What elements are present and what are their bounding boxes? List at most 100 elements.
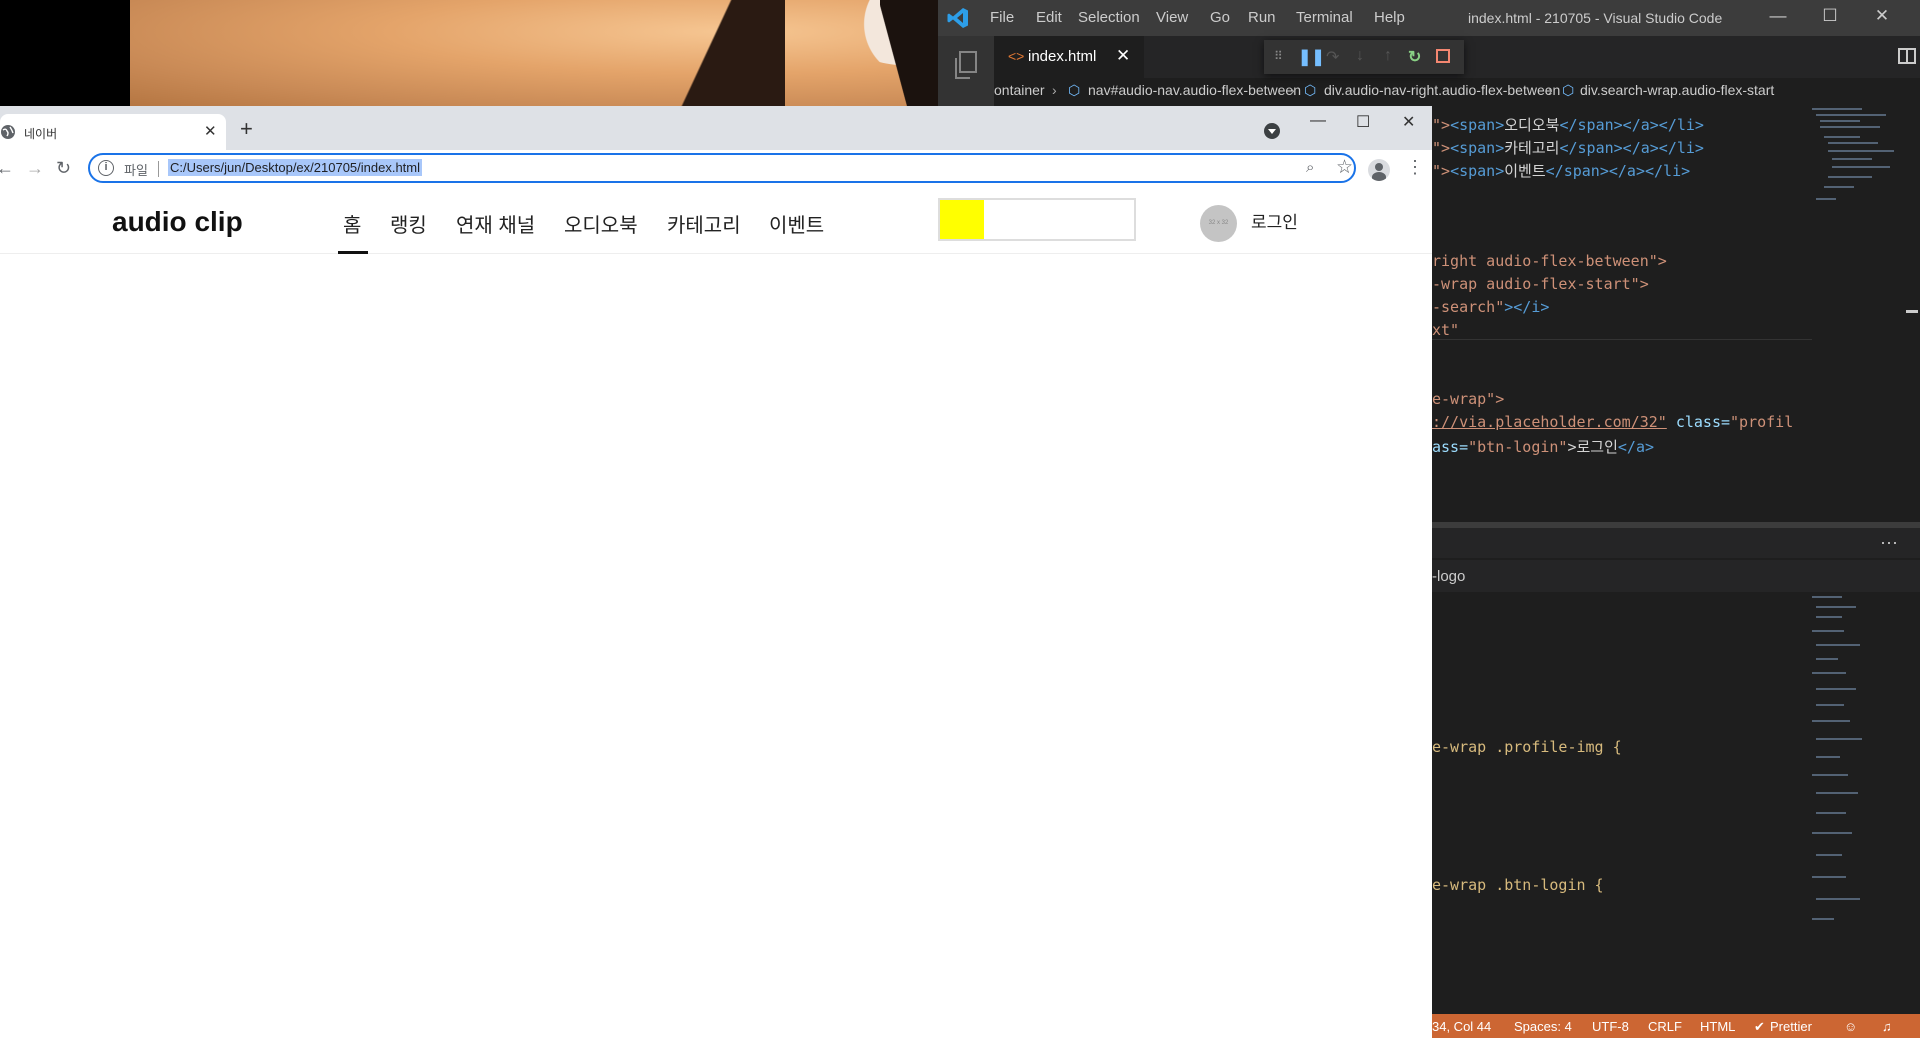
stop-icon[interactable] — [1436, 49, 1450, 63]
chrome-window: 네이버 ✕ + — ☐ ✕ ← → ↻ i 파일 C:/Users/jun/De… — [0, 106, 1432, 1038]
desktop-wallpaper — [130, 0, 940, 106]
nav-audiobook[interactable]: 오디오북 — [564, 209, 638, 238]
step-out-icon[interactable]: ↑ — [1384, 47, 1392, 65]
breadcrumb-item[interactable]: nav#audio-nav.audio-flex-between — [1088, 82, 1301, 98]
url-text[interactable]: C:/Users/jun/Desktop/ex/210705/index.htm… — [168, 159, 423, 176]
element-icon: ⬡ — [1562, 82, 1575, 98]
close-icon[interactable]: ✕ — [1402, 112, 1415, 132]
globe-icon — [1, 125, 15, 139]
menu-edit[interactable]: Edit — [1036, 9, 1062, 26]
status-cursor-position[interactable]: 34, Col 44 — [1432, 1019, 1491, 1034]
search-wrap — [938, 198, 1136, 241]
secondary-editor-header — [1432, 528, 1920, 558]
profile-icon[interactable] — [1368, 159, 1390, 181]
code-line: ://via.placeholder.com/32" class="profil — [1432, 413, 1794, 431]
explorer-icon[interactable] — [952, 50, 980, 80]
notifications-icon[interactable]: ♫ — [1882, 1019, 1892, 1034]
browser-tab[interactable]: 네이버 ✕ — [0, 114, 226, 150]
chevron-right-icon: › — [1548, 82, 1553, 98]
search-icon[interactable] — [940, 200, 984, 239]
nav-category[interactable]: 카테고리 — [667, 209, 741, 238]
nav-event[interactable]: 이벤트 — [769, 209, 824, 238]
menu-run[interactable]: Run — [1248, 9, 1276, 26]
breadcrumb-item[interactable]: -logo — [1432, 568, 1465, 585]
minimize-icon[interactable]: — — [1768, 6, 1788, 26]
element-icon: ⬡ — [1304, 82, 1317, 98]
status-indentation[interactable]: Spaces: 4 — [1514, 1019, 1572, 1034]
more-actions-icon[interactable]: ··· — [1880, 532, 1898, 553]
wallpaper-hair — [645, 0, 785, 106]
status-prettier[interactable]: Prettier — [1770, 1019, 1812, 1034]
info-icon[interactable]: i — [98, 160, 114, 176]
window-title: index.html - 210705 - Visual Studio Code — [1468, 10, 1723, 26]
minimize-icon[interactable]: — — [1310, 112, 1326, 130]
nav-ranking[interactable]: 랭킹 — [390, 209, 427, 238]
menu-file[interactable]: File — [990, 9, 1014, 26]
pause-icon[interactable]: ❚❚ — [1298, 47, 1325, 67]
status-language[interactable]: HTML — [1700, 1019, 1735, 1034]
secondary-breadcrumb: -logo — [1432, 560, 1920, 592]
search-input[interactable] — [986, 200, 1132, 239]
minimap[interactable] — [1812, 592, 1902, 932]
code-line: -search"></i> — [1432, 298, 1550, 316]
breadcrumb-item[interactable]: ontainer — [994, 82, 1045, 98]
vscode-logo-icon — [947, 8, 968, 28]
close-tab-icon[interactable]: ✕ — [1116, 46, 1130, 66]
editor-scrollbar[interactable] — [1904, 106, 1920, 522]
breadcrumb-item[interactable]: div.search-wrap.audio-flex-start — [1580, 82, 1774, 98]
feedback-icon[interactable]: ☺ — [1844, 1019, 1857, 1034]
breadcrumb: ontainer › ⬡ nav#audio-nav.audio-flex-be… — [994, 78, 1920, 104]
code-editor-bottom[interactable]: e-wrap .profile-img { e-wrap .btn-login … — [1432, 592, 1812, 1012]
back-icon[interactable]: ← — [0, 158, 14, 179]
login-button[interactable]: 로그인 — [1251, 208, 1298, 233]
status-encoding[interactable]: UTF-8 — [1592, 1019, 1629, 1034]
scheme-label: 파일 — [124, 163, 148, 178]
tab-index-html[interactable]: <> index.html ✕ — [994, 36, 1144, 78]
status-eol[interactable]: CRLF — [1648, 1019, 1682, 1034]
maximize-icon[interactable]: ☐ — [1356, 112, 1370, 132]
address-bar[interactable]: i 파일 C:/Users/jun/Desktop/ex/210705/inde… — [88, 153, 1356, 183]
new-tab-icon[interactable]: + — [240, 116, 253, 142]
breadcrumb-item[interactable]: div.audio-nav-right.audio-flex-between — [1324, 82, 1560, 98]
menu-selection[interactable]: Selection — [1078, 9, 1140, 26]
check-icon: ✔ — [1754, 1019, 1765, 1034]
step-over-icon[interactable]: ↷ — [1326, 47, 1339, 67]
menu-view[interactable]: View — [1156, 9, 1188, 26]
split-editor-icon[interactable] — [1898, 48, 1916, 64]
tab-search-icon[interactable] — [1264, 123, 1280, 139]
tab-title: 네이버 — [24, 127, 58, 141]
divider — [158, 161, 159, 177]
menu-go[interactable]: Go — [1210, 9, 1230, 26]
nav-series-channel[interactable]: 연재 채널 — [456, 209, 535, 238]
zoom-icon[interactable]: ⌕ — [1306, 159, 1314, 176]
restart-icon[interactable]: ↻ — [1408, 47, 1421, 67]
code-line: -wrap audio-flex-start"> — [1432, 275, 1649, 293]
active-nav-indicator — [338, 251, 368, 254]
code-line: "><span>카테고리</span></a></li> — [1432, 139, 1704, 157]
maximize-icon[interactable]: ☐ — [1820, 6, 1840, 26]
site-logo[interactable]: audio clip — [112, 206, 243, 238]
bookmark-star-icon[interactable]: ☆ — [1336, 156, 1353, 179]
reload-icon[interactable]: ↻ — [56, 158, 71, 179]
menu-kebab-icon[interactable]: ⋮ — [1406, 157, 1424, 178]
close-icon[interactable]: ✕ — [1872, 6, 1892, 26]
minimap[interactable] — [1812, 106, 1902, 216]
element-icon: ⬡ — [1068, 82, 1081, 98]
forward-icon[interactable]: → — [26, 158, 44, 179]
nav-home[interactable]: 홈 — [343, 209, 361, 238]
profile-image[interactable]: 32 x 32 — [1200, 205, 1237, 242]
editor-tab-bar: <> index.html ✕ ⠿ ❚❚ ↷ ↓ ↑ ↻ ··· — [994, 36, 1920, 78]
code-line: e-wrap .profile-img { — [1432, 738, 1622, 756]
debug-toolbar: ⠿ ❚❚ ↷ ↓ ↑ ↻ — [1264, 40, 1464, 74]
menu-terminal[interactable]: Terminal — [1296, 9, 1353, 26]
html-file-icon: <> — [1008, 48, 1025, 64]
code-editor-top[interactable]: "><span>오디오북</span></a></li> "><span>카테고… — [1432, 106, 1812, 522]
status-bar: 34, Col 44 Spaces: 4 UTF-8 CRLF HTML ✔ P… — [1432, 1014, 1920, 1038]
code-line-current: xt" — [1432, 321, 1812, 340]
step-into-icon[interactable]: ↓ — [1356, 47, 1364, 65]
tab-strip: 네이버 ✕ + — ☐ ✕ — [0, 106, 1432, 150]
menu-help[interactable]: Help — [1374, 9, 1405, 26]
drag-handle-icon[interactable]: ⠿ — [1274, 49, 1283, 63]
tab-label: index.html — [1028, 48, 1097, 65]
close-tab-icon[interactable]: ✕ — [204, 122, 217, 140]
